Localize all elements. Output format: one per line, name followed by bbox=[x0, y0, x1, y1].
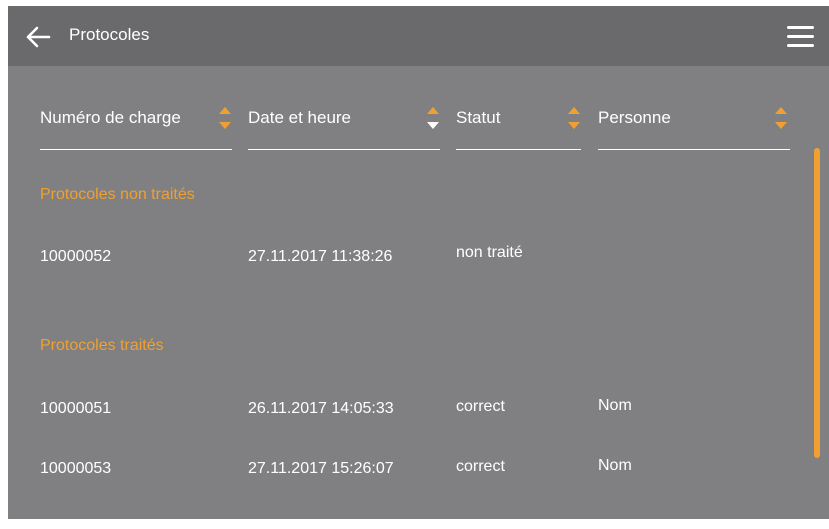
column-header-charge[interactable]: Numéro de charge bbox=[40, 99, 232, 150]
hamburger-menu-icon bbox=[787, 26, 814, 29]
hamburger-menu-icon bbox=[787, 44, 814, 47]
sort-toggle[interactable] bbox=[218, 104, 232, 132]
sort-down-icon bbox=[219, 122, 231, 129]
cell-charge: 10000053 bbox=[40, 460, 112, 477]
top-bar: Protocoles bbox=[8, 6, 829, 66]
column-header-person[interactable]: Personne bbox=[598, 99, 790, 150]
section-title-untreated: Protocoles non traités bbox=[40, 186, 195, 203]
column-header-datetime[interactable]: Date et heure bbox=[248, 99, 440, 150]
column-label: Date et heure bbox=[248, 108, 352, 127]
column-label: Statut bbox=[456, 108, 501, 127]
sort-toggle[interactable] bbox=[426, 104, 440, 132]
cell-datetime: 26.11.2017 14:05:33 bbox=[248, 400, 394, 417]
cell-status: correct bbox=[456, 398, 505, 415]
cell-datetime: 27.11.2017 15:26:07 bbox=[248, 460, 394, 477]
cell-person: Nom bbox=[598, 397, 632, 414]
table-row[interactable]: 10000053 27.11.2017 15:26:07 correct Nom bbox=[8, 457, 808, 498]
sort-down-icon bbox=[427, 122, 439, 129]
sort-toggle[interactable] bbox=[567, 104, 581, 132]
sort-down-icon bbox=[775, 122, 787, 129]
back-button[interactable] bbox=[24, 23, 52, 51]
cell-charge: 10000052 bbox=[40, 248, 112, 265]
sort-up-icon bbox=[568, 107, 580, 114]
menu-button[interactable] bbox=[785, 23, 817, 51]
scrollbar[interactable] bbox=[814, 148, 820, 458]
section-title-treated: Protocoles traités bbox=[40, 337, 164, 354]
table-row[interactable]: 10000051 26.11.2017 14:05:33 correct Nom bbox=[8, 397, 808, 438]
cell-charge: 10000051 bbox=[40, 400, 112, 417]
cell-datetime: 27.11.2017 11:38:26 bbox=[248, 248, 393, 265]
sort-down-icon bbox=[568, 122, 580, 129]
arrow-left-icon bbox=[26, 26, 51, 48]
column-label: Numéro de charge bbox=[40, 108, 181, 127]
sort-toggle[interactable] bbox=[774, 104, 788, 132]
sort-up-icon bbox=[219, 107, 231, 114]
protocols-panel: Protocoles Numéro de charge Date et heur… bbox=[8, 6, 829, 519]
column-label: Personne bbox=[598, 108, 671, 127]
cell-status: non traité bbox=[456, 244, 523, 261]
column-header-status[interactable]: Statut bbox=[456, 99, 581, 150]
cell-person: Nom bbox=[598, 457, 632, 474]
sort-up-icon bbox=[775, 107, 787, 114]
hamburger-menu-icon bbox=[787, 35, 814, 38]
cell-status: correct bbox=[456, 458, 505, 475]
table-row[interactable]: 10000052 27.11.2017 11:38:26 non traité bbox=[8, 244, 808, 286]
page-title: Protocoles bbox=[69, 25, 150, 44]
sort-up-icon bbox=[427, 107, 439, 114]
